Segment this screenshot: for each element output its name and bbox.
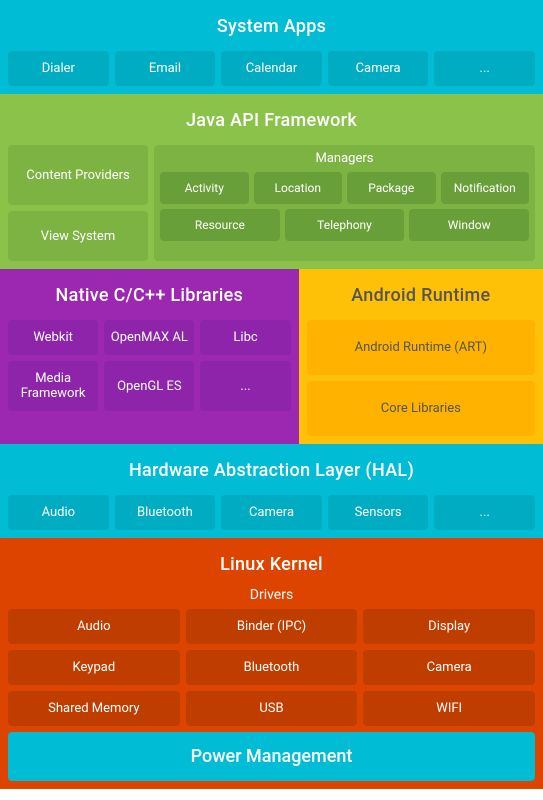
native-cpp-layer: Native C/C++ Libraries Webkit OpenMAX AL… (0, 269, 299, 444)
calendar-item: Calendar (221, 51, 322, 86)
kernel-row3: Shared Memory USB WIFI (8, 691, 535, 726)
native-runtime-row: Native C/C++ Libraries Webkit OpenMAX AL… (0, 269, 543, 444)
libc-item: Libc (200, 320, 290, 355)
power-management-item: Power Management (8, 732, 535, 781)
opengl-item: OpenGL ES (104, 361, 194, 411)
android-runtime-title: Android Runtime (307, 277, 535, 314)
managers-row-2: Resource Telephony Window (160, 209, 529, 241)
kernel-audio-item: Audio (8, 609, 180, 644)
kernel-binder-item: Binder (IPC) (186, 609, 358, 644)
java-api-title: Java API Framework (8, 102, 535, 139)
kernel-display-item: Display (363, 609, 535, 644)
resource-manager: Resource (160, 209, 280, 241)
java-api-layer: Java API Framework Content Providers Vie… (0, 94, 543, 269)
managers-title: Managers (160, 151, 529, 166)
webkit-item: Webkit (8, 320, 98, 355)
hal-more-item: ... (434, 495, 535, 530)
content-providers-item: Content Providers (8, 145, 148, 205)
view-system-item: View System (8, 211, 148, 261)
package-manager: Package (347, 172, 436, 204)
window-manager: Window (409, 209, 529, 241)
android-runtime-core-row: Core Libraries (307, 381, 535, 436)
hal-bluetooth-item: Bluetooth (115, 495, 216, 530)
activity-manager: Activity (160, 172, 249, 204)
java-api-right: Managers Activity Location Package Notif… (154, 145, 535, 261)
hal-layer: Hardware Abstraction Layer (HAL) Audio B… (0, 444, 543, 538)
hal-camera-item: Camera (221, 495, 322, 530)
kernel-usb-item: USB (186, 691, 358, 726)
hal-audio-item: Audio (8, 495, 109, 530)
native-cpp-title: Native C/C++ Libraries (8, 277, 291, 314)
kernel-bluetooth-item: Bluetooth (186, 650, 358, 685)
android-runtime-art-row: Android Runtime (ART) (307, 320, 535, 375)
managers-grid: Activity Location Package Notification R… (160, 172, 529, 241)
hal-items: Audio Bluetooth Camera Sensors ... (8, 495, 535, 530)
native-more-item: ... (200, 361, 290, 411)
kernel-row2: Keypad Bluetooth Camera (8, 650, 535, 685)
java-api-inner: Content Providers View System Managers A… (8, 145, 535, 261)
kernel-keypad-item: Keypad (8, 650, 180, 685)
android-runtime-layer: Android Runtime Android Runtime (ART) Co… (299, 269, 543, 444)
notification-manager: Notification (441, 172, 530, 204)
system-apps-items: Dialer Email Calendar Camera ... (8, 51, 535, 86)
hal-sensors-item: Sensors (328, 495, 429, 530)
kernel-sharedmem-item: Shared Memory (8, 691, 180, 726)
media-framework-item: Media Framework (8, 361, 98, 411)
email-item: Email (115, 51, 216, 86)
native-cpp-row2: Media Framework OpenGL ES ... (8, 361, 291, 411)
system-apps-layer: System Apps Dialer Email Calendar Camera… (0, 0, 543, 94)
more-items: ... (434, 51, 535, 86)
linux-kernel-title: Linux Kernel (8, 546, 535, 583)
kernel-wifi-item: WIFI (363, 691, 535, 726)
camera-item: Camera (328, 51, 429, 86)
kernel-camera-item: Camera (363, 650, 535, 685)
kernel-row1: Audio Binder (IPC) Display (8, 609, 535, 644)
telephony-manager: Telephony (285, 209, 405, 241)
openmax-item: OpenMAX AL (104, 320, 194, 355)
native-cpp-row1: Webkit OpenMAX AL Libc (8, 320, 291, 355)
location-manager: Location (254, 172, 343, 204)
hal-title: Hardware Abstraction Layer (HAL) (8, 452, 535, 489)
art-item: Android Runtime (ART) (307, 320, 535, 375)
core-libraries-item: Core Libraries (307, 381, 535, 436)
dialer-item: Dialer (8, 51, 109, 86)
managers-row-1: Activity Location Package Notification (160, 172, 529, 204)
system-apps-title: System Apps (8, 8, 535, 45)
linux-kernel-layer: Linux Kernel Drivers Audio Binder (IPC) … (0, 538, 543, 789)
java-api-left: Content Providers View System (8, 145, 148, 261)
drivers-title: Drivers (8, 587, 535, 603)
